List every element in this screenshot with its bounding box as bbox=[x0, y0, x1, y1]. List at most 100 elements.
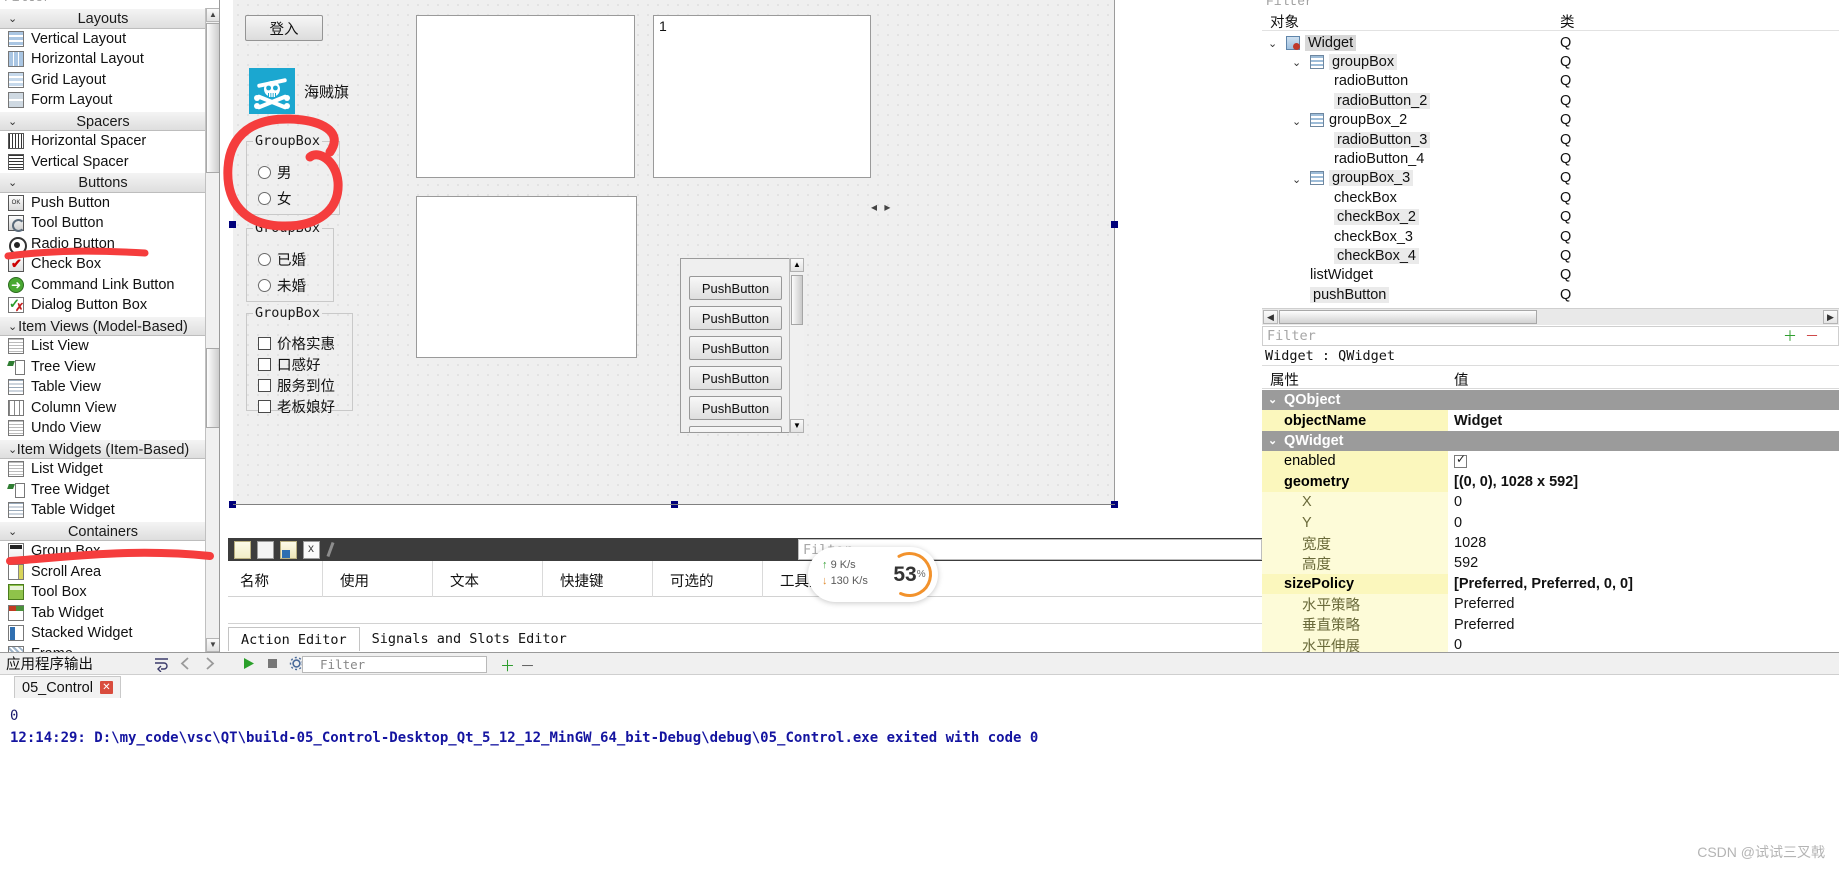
widget-item-tool-box[interactable]: Tool Box bbox=[0, 582, 206, 603]
property-row[interactable]: ⌄sizePolicy[Preferred, Preferred, 0, 0] bbox=[1262, 573, 1839, 594]
widget-item-form-layout[interactable]: Form Layout bbox=[0, 90, 206, 111]
scroll-push-button-2[interactable]: PushButton bbox=[689, 306, 782, 330]
property-value-cell[interactable]: [Preferred, Preferred, 0, 0] bbox=[1449, 574, 1839, 594]
chevron-down-icon[interactable]: ⌄ bbox=[1292, 115, 1301, 128]
scroll-push-button-5[interactable]: PushButton bbox=[689, 396, 782, 420]
next-item-icon[interactable] bbox=[201, 655, 218, 672]
scroll-up-arrow-icon[interactable]: ▲ bbox=[206, 8, 219, 22]
action-editor-tab-signals-and-slots-editor[interactable]: Signals and Slots Editor bbox=[360, 627, 579, 651]
horizontal-resize-handle-icon[interactable]: ◂ ▸ bbox=[871, 200, 892, 214]
delete-action-icon[interactable] bbox=[303, 540, 320, 559]
output-console-body[interactable]: 0 12:14:29: D:\my_code\vsc\QT\build-05_C… bbox=[0, 699, 1839, 870]
chevron-down-icon[interactable]: ⌄ bbox=[1292, 56, 1301, 69]
property-row[interactable]: 水平策略 Preferred bbox=[1262, 594, 1839, 615]
widget-item-frame[interactable]: Frame bbox=[0, 644, 206, 652]
property-row[interactable]: 高度 592 bbox=[1262, 553, 1839, 574]
object-tree-row[interactable]: checkBox_2 Q bbox=[1262, 208, 1839, 227]
checkbox-taste[interactable]: 口感好 bbox=[258, 354, 321, 375]
remove-property-icon[interactable]: － bbox=[1804, 329, 1820, 345]
widget-item-group-box[interactable]: Group Box bbox=[0, 541, 206, 562]
property-value-cell[interactable]: 0 bbox=[1449, 512, 1839, 532]
chevron-down-icon[interactable]: ⌄ bbox=[1292, 173, 1301, 186]
widget-item-stacked-widget[interactable]: Stacked Widget bbox=[0, 623, 206, 644]
checkbox-service[interactable]: 服务到位 bbox=[258, 375, 335, 396]
object-tree-row[interactable]: checkBox_3 Q bbox=[1262, 227, 1839, 246]
property-value-cell[interactable] bbox=[1449, 390, 1839, 410]
property-value-cell[interactable]: 0 bbox=[1449, 492, 1839, 512]
action-column-header[interactable]: 使用 bbox=[340, 570, 369, 591]
widget-item-table-view[interactable]: Table View bbox=[0, 377, 206, 398]
widget-item-push-button[interactable]: OK Push Button bbox=[0, 193, 206, 214]
object-inspector-filter-input[interactable]: Filter bbox=[1262, 0, 1839, 8]
object-tree-row[interactable]: radioButton_2 Q bbox=[1262, 91, 1839, 110]
object-tree-row[interactable]: ⌄ Widget Q bbox=[1262, 33, 1839, 52]
widget-item-vertical-spacer[interactable]: Vertical Spacer bbox=[0, 152, 206, 173]
network-speed-widget[interactable]: ↑ 9 K/s ↓ 130 K/s 53% bbox=[808, 547, 938, 602]
property-column-header[interactable]: 属性 bbox=[1270, 369, 1299, 390]
widget-box-category-item-views-model-based[interactable]: ⌄ Item Views (Model-Based) bbox=[0, 315, 206, 336]
property-row[interactable]: ⌄ QWidget bbox=[1262, 430, 1839, 452]
groupbox-marital[interactable]: GroupBox 已婚 未婚 bbox=[246, 220, 334, 302]
property-row[interactable]: objectName Widget bbox=[1262, 410, 1839, 431]
paste-action-icon[interactable] bbox=[280, 540, 297, 559]
property-value-cell[interactable]: Preferred bbox=[1449, 614, 1839, 634]
widget-item-undo-view[interactable]: Undo View bbox=[0, 418, 206, 439]
widget-box-category-spacers[interactable]: ⌄ Spacers bbox=[0, 110, 206, 131]
widget-box-category-item-widgets-item-based[interactable]: ⌄ Item Widgets (Item-Based) bbox=[0, 438, 206, 459]
widget-item-table-widget[interactable]: Table Widget bbox=[0, 500, 206, 521]
property-editor-filter-input[interactable]: Filter ＋ － bbox=[1262, 326, 1839, 346]
action-column-header[interactable]: 快捷键 bbox=[560, 570, 604, 591]
property-value-cell[interactable]: 1028 bbox=[1449, 533, 1839, 553]
scroll-push-button-4[interactable]: PushButton bbox=[689, 366, 782, 390]
object-tree-row[interactable]: radioButton Q bbox=[1262, 72, 1839, 91]
widget-box-category-layouts[interactable]: ⌄ Layouts bbox=[0, 8, 206, 29]
add-property-icon[interactable]: ＋ bbox=[1782, 329, 1798, 345]
pirate-flag-label[interactable]: 海贼旗 bbox=[249, 68, 349, 114]
property-value-cell[interactable]: Widget bbox=[1449, 410, 1839, 430]
close-icon[interactable]: ✕ bbox=[99, 681, 113, 694]
object-tree-row[interactable]: listWidget Q bbox=[1262, 266, 1839, 285]
widget-item-column-view[interactable]: Column View bbox=[0, 398, 206, 419]
stop-icon[interactable] bbox=[264, 655, 281, 672]
widget-box-scroll-thumb-2[interactable] bbox=[206, 348, 219, 428]
property-value-cell[interactable]: [(0, 0), 1028 x 592] bbox=[1449, 472, 1839, 492]
widget-item-check-box[interactable]: Check Box bbox=[0, 254, 206, 275]
object-tree-row[interactable]: radioButton_3 Q bbox=[1262, 130, 1839, 149]
output-filter-input[interactable]: Filter bbox=[302, 656, 487, 673]
widget-box-category-containers[interactable]: ⌄ Containers bbox=[0, 520, 206, 541]
property-row[interactable]: ⌄geometry[(0, 0), 1028 x 592] bbox=[1262, 471, 1839, 492]
scroll-left-arrow-icon[interactable]: ◀ bbox=[1263, 310, 1278, 324]
enabled-checkbox[interactable] bbox=[1454, 452, 1467, 468]
widget-box-filter-input[interactable]: Filter bbox=[0, 0, 219, 8]
widget-box-category-buttons[interactable]: ⌄ Buttons bbox=[0, 172, 206, 193]
widget-item-tab-widget[interactable]: Tab Widget bbox=[0, 603, 206, 624]
new-action-icon[interactable] bbox=[234, 540, 251, 559]
output-tab-05-control[interactable]: 05_Control ✕ bbox=[14, 676, 121, 698]
object-tree-row[interactable]: ⌄ groupBox_3 Q bbox=[1262, 169, 1839, 188]
selection-grip-right[interactable] bbox=[1111, 221, 1118, 228]
selection-grip-left[interactable] bbox=[229, 221, 236, 228]
configure-icon[interactable] bbox=[326, 541, 343, 559]
checkbox-boss[interactable]: 老板娘好 bbox=[258, 396, 335, 417]
widget-item-list-widget[interactable]: List Widget bbox=[0, 459, 206, 480]
chevron-down-icon[interactable]: ⌄ bbox=[1268, 37, 1277, 50]
radio-male[interactable]: 男 bbox=[258, 162, 292, 183]
radio-married[interactable]: 已婚 bbox=[258, 249, 306, 270]
scroll-push-button-1[interactable]: PushButton bbox=[689, 276, 782, 300]
widget-item-horizontal-spacer[interactable]: Horizontal Spacer bbox=[0, 131, 206, 152]
scroll-area-scrollbar[interactable]: ▲ ▼ bbox=[789, 258, 804, 433]
scroll-right-arrow-icon[interactable]: ▶ bbox=[1823, 310, 1838, 324]
action-column-header[interactable]: 文本 bbox=[450, 570, 479, 591]
run-icon[interactable] bbox=[240, 655, 257, 672]
frame-bottom-left[interactable] bbox=[416, 196, 637, 358]
groupbox-gender[interactable]: GroupBox 男 女 bbox=[246, 133, 340, 215]
object-column-header[interactable]: 对象 bbox=[1270, 11, 1299, 32]
widget-item-tool-button[interactable]: Tool Button bbox=[0, 213, 206, 234]
scroll-push-button-6[interactable]: PushButton bbox=[689, 426, 782, 432]
widget-item-tree-view[interactable]: Tree View bbox=[0, 357, 206, 378]
property-row[interactable]: Y0 bbox=[1262, 512, 1839, 533]
remove-output-icon[interactable]: － bbox=[519, 655, 536, 675]
object-tree-row[interactable]: ⌄ groupBox Q bbox=[1262, 52, 1839, 71]
scroll-area-thumb[interactable] bbox=[791, 275, 803, 325]
action-column-header[interactable]: 可选的 bbox=[670, 570, 714, 591]
